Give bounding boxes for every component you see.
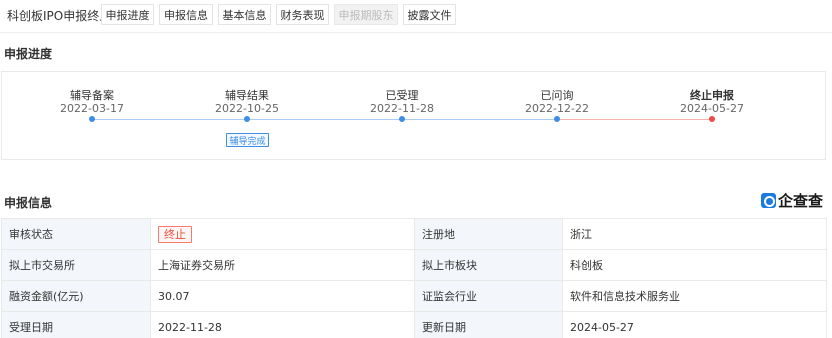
step-date: 2024-05-27: [680, 102, 744, 115]
tab-disclosures[interactable]: 披露文件: [403, 4, 456, 25]
tab-progress[interactable]: 申报进度: [101, 4, 154, 25]
step-name: 已问询: [540, 89, 574, 102]
step-date: 2022-12-22: [525, 102, 589, 115]
table-row: 审核状态 终止 注册地 浙江: [1, 218, 827, 250]
step-name: 辅导备案: [70, 89, 114, 102]
status-badge: 终止: [158, 225, 192, 243]
step-date: 2022-03-17: [60, 102, 124, 115]
label-registered-place: 注册地: [414, 218, 563, 250]
value-financing-amount: 30.07: [150, 280, 415, 312]
tab-basic-info[interactable]: 基本信息: [218, 4, 271, 25]
timeline-segment: [402, 119, 557, 120]
step-name: 辅导结果: [225, 89, 269, 102]
step-name: 已受理: [385, 89, 419, 102]
label-financing-amount: 融资金额(亿元): [1, 280, 151, 312]
label-review-status: 审核状态: [1, 218, 151, 250]
value-csrc-industry: 软件和信息技术服务业: [562, 280, 827, 312]
page-title: 科创板IPO申报终止: [7, 9, 112, 23]
value-board: 科创板: [562, 249, 827, 281]
table-row: 拟上市交易所 上海证券交易所 拟上市板块 科创板: [1, 249, 827, 281]
step-date: 2022-10-25: [215, 102, 279, 115]
qichacha-logo: 企查查: [761, 190, 823, 211]
timeline-dot: [89, 116, 95, 122]
tab-filing-info[interactable]: 申报信息: [159, 4, 213, 25]
table-row: 融资金额(亿元) 30.07 证监会行业 软件和信息技术服务业: [1, 280, 827, 312]
step-name-final: 终止申报: [690, 89, 734, 102]
timeline-segment: [92, 119, 247, 120]
progress-panel: [1, 71, 826, 160]
timeline-segment-terminated: [557, 119, 712, 120]
step-date: 2022-11-28: [370, 102, 434, 115]
value-registered-place: 浙江: [562, 218, 827, 250]
label-exchange: 拟上市交易所: [1, 249, 151, 281]
value-update-date: 2024-05-27: [562, 311, 827, 338]
table-row: 受理日期 2022-11-28 更新日期 2024-05-27: [1, 311, 827, 338]
timeline-dot: [399, 116, 405, 122]
tutoring-complete-badge: 辅导完成: [226, 133, 269, 147]
value-review-status: 终止: [150, 218, 415, 250]
filing-info-table: 审核状态 终止 注册地 浙江 拟上市交易所 上海证券交易所 拟上市板块 科创板 …: [1, 218, 827, 338]
info-section-title: 申报信息: [4, 196, 53, 210]
label-update-date: 更新日期: [414, 311, 563, 338]
tab-shareholders: 申报期股东: [334, 4, 398, 25]
progress-section-title: 申报进度: [4, 47, 53, 61]
qichacha-logo-icon: [761, 193, 776, 208]
value-exchange: 上海证券交易所: [150, 249, 415, 281]
label-board: 拟上市板块: [414, 249, 563, 281]
value-accept-date: 2022-11-28: [150, 311, 415, 338]
timeline-dot-terminated: [709, 116, 715, 122]
label-csrc-industry: 证监会行业: [414, 280, 563, 312]
logo-text: 企查查: [778, 192, 824, 210]
tab-financial[interactable]: 财务表现: [276, 4, 329, 25]
timeline-dot: [554, 116, 560, 122]
timeline-segment: [247, 119, 402, 120]
label-accept-date: 受理日期: [1, 311, 151, 338]
header-bar: 科创板IPO申报终止 申报进度 申报信息 基本信息 财务表现 申报期股东 披露文…: [0, 0, 832, 30]
header-divider: [0, 32, 832, 33]
timeline-dot: [244, 116, 250, 122]
